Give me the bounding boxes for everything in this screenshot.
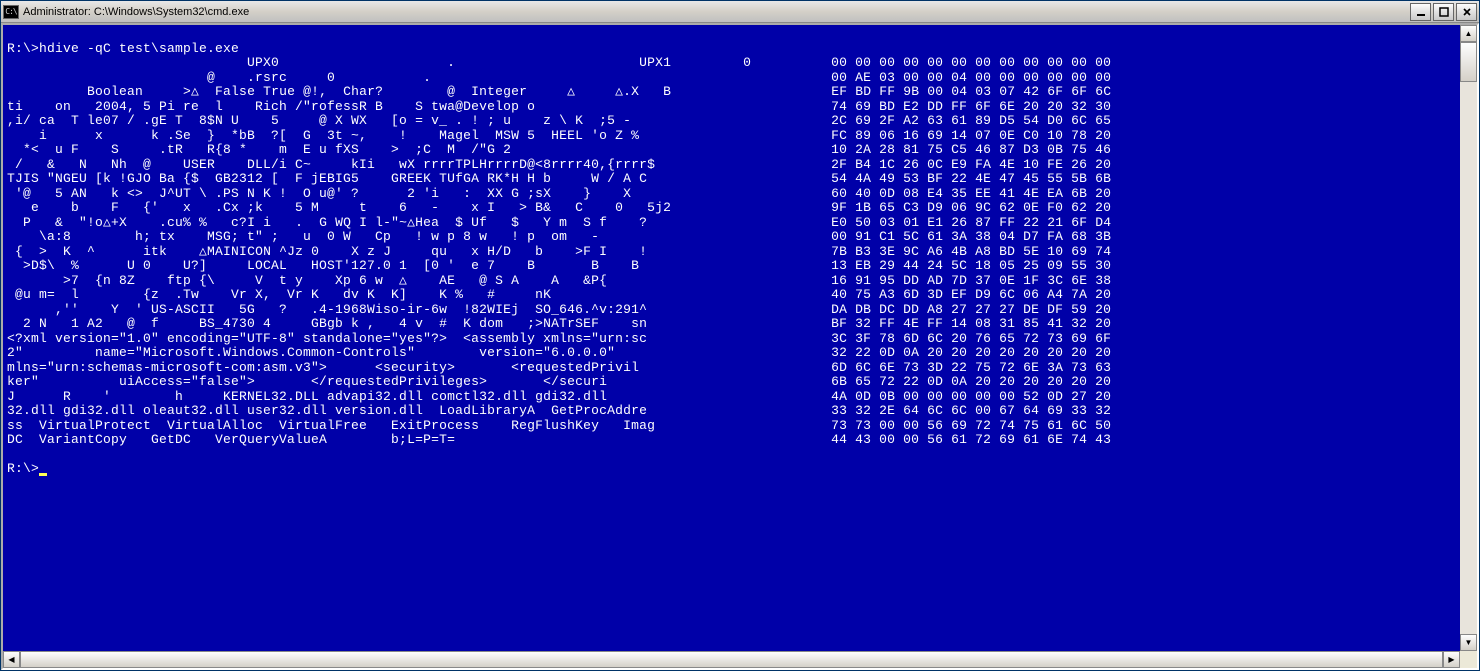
resize-grip[interactable] — [1460, 651, 1477, 668]
scroll-up-button[interactable]: ▲ — [1460, 25, 1477, 42]
titlebar-buttons — [1410, 3, 1477, 21]
window-title: Administrator: C:\Windows\System32\cmd.e… — [23, 6, 1410, 18]
minimize-button[interactable] — [1410, 3, 1431, 21]
titlebar[interactable]: C:\ Administrator: C:\Windows\System32\c… — [1, 1, 1479, 23]
maximize-button[interactable] — [1433, 3, 1454, 21]
cursor — [39, 473, 47, 476]
horizontal-scroll-thumb[interactable] — [20, 651, 1443, 668]
horizontal-scroll-track[interactable] — [20, 651, 1443, 668]
console-output[interactable]: R:\>hdive -qC test\sample.exe UPX0 . UPX… — [3, 25, 1460, 651]
vertical-scroll-track[interactable] — [1460, 42, 1477, 634]
close-button[interactable] — [1456, 3, 1477, 21]
scroll-right-button[interactable]: ▶ — [1443, 651, 1460, 668]
console-wrap: R:\>hdive -qC test\sample.exe UPX0 . UPX… — [3, 25, 1477, 651]
client-area: R:\>hdive -qC test\sample.exe UPX0 . UPX… — [1, 23, 1479, 670]
vertical-scrollbar[interactable]: ▲ ▼ — [1460, 25, 1477, 651]
vertical-scroll-thumb[interactable] — [1460, 42, 1477, 82]
cmd-window: C:\ Administrator: C:\Windows\System32\c… — [0, 0, 1480, 671]
horizontal-scrollbar[interactable]: ◀ ▶ — [3, 651, 1477, 668]
scroll-down-button[interactable]: ▼ — [1460, 634, 1477, 651]
cmd-icon: C:\ — [3, 5, 19, 19]
scroll-left-button[interactable]: ◀ — [3, 651, 20, 668]
